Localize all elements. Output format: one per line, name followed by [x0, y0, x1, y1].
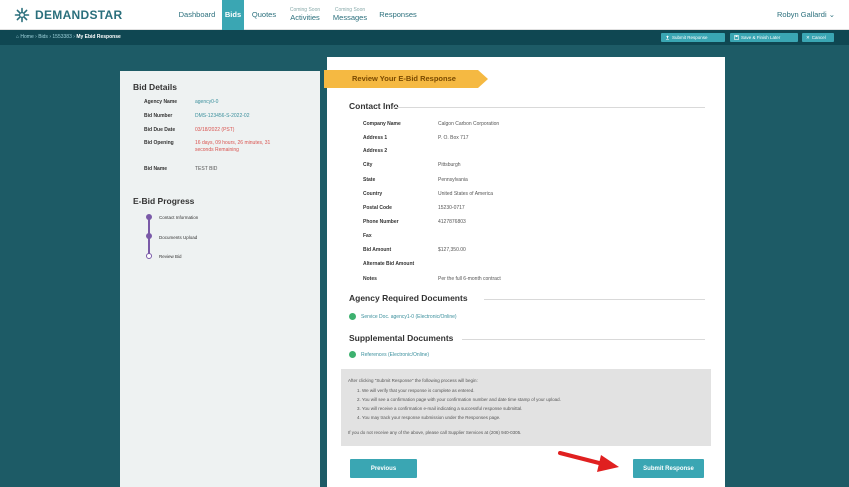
bid-details-title: Bid Details: [133, 82, 177, 92]
section-divider: [462, 339, 705, 340]
breadcrumb-current: My Ebid Response: [76, 34, 121, 40]
ebid-progress-title: E-Bid Progress: [133, 196, 195, 206]
red-arrow-annotation: [558, 451, 619, 472]
progress-step-dot-current: [146, 253, 152, 259]
nav-messages[interactable]: Coming Soon Messages: [328, 0, 372, 30]
info-intro: After clicking "Submit Response" the fol…: [348, 378, 478, 383]
bid-detail-row: Bid Opening 16 days, 09 hours, 26 minute…: [144, 140, 271, 153]
save-finish-later-button[interactable]: Save & Finish Later: [730, 33, 798, 42]
supplemental-docs-title: Supplemental Documents: [349, 333, 454, 343]
nav-bids[interactable]: Bids: [222, 0, 244, 30]
previous-button[interactable]: Previous: [350, 459, 417, 478]
check-circle-icon: [349, 313, 356, 320]
nav-dashboard[interactable]: Dashboard: [174, 0, 220, 30]
info-footer: If you do not receive any of the above, …: [348, 430, 522, 435]
section-divider: [484, 299, 705, 300]
nav-responses[interactable]: Responses: [374, 0, 422, 30]
user-menu[interactable]: Robyn Gallardi ⌄: [777, 10, 835, 19]
agency-docs-title: Agency Required Documents: [349, 293, 468, 303]
info-step: 2. You will see a confirmation page with…: [357, 397, 561, 402]
section-divider: [393, 107, 705, 108]
logo-text: DEMANDSTAR: [35, 8, 123, 22]
info-step: 1. We will verify that your response is …: [357, 388, 475, 393]
bid-detail-row: Bid Number DMS-123456-S-2022-02: [144, 113, 250, 119]
supplemental-document-item[interactable]: References (Electronic/Online): [349, 351, 429, 358]
action-bar: ⌂ Home › Bids › 1553383 › My Ebid Respon…: [0, 30, 849, 45]
contact-info-title: Contact Info: [349, 101, 399, 111]
breadcrumb-bid-id[interactable]: 1553383: [52, 34, 71, 40]
check-circle-icon: [349, 351, 356, 358]
bid-detail-row: Bid Due Date 03/18/2022 (PST): [144, 127, 235, 133]
breadcrumb-bids[interactable]: Bids: [38, 34, 48, 40]
bid-detail-row: Agency Name agency0-0: [144, 99, 219, 105]
demandstar-star-icon: [14, 7, 30, 23]
progress-step-label: Documents Upload: [159, 235, 198, 240]
breadcrumb: ⌂ Home › Bids › 1553383 › My Ebid Respon…: [16, 34, 121, 40]
agency-document-item[interactable]: Service Doc. agency1-0 (Electronic/Onlin…: [349, 313, 457, 320]
save-icon: [734, 35, 739, 40]
nav-activities[interactable]: Coming Soon Activities: [284, 0, 326, 30]
progress-step-label: Review Bid: [159, 254, 182, 259]
info-step: 3. You will receive a confirmation e-mai…: [357, 406, 523, 411]
submit-response-button[interactable]: Submit Response: [633, 459, 704, 478]
breadcrumb-home[interactable]: ⌂ Home: [16, 34, 34, 40]
review-banner-title: Review Your E-Bid Response: [352, 74, 456, 83]
info-step: 4. You may track your response submissio…: [357, 415, 501, 420]
cancel-button[interactable]: ✕ Cancel: [802, 33, 834, 42]
submit-response-top-button[interactable]: Submit Response: [661, 33, 725, 42]
top-navigation: DEMANDSTAR Dashboard Bids Quotes Coming …: [0, 0, 849, 30]
progress-step-dot-complete: [146, 214, 152, 220]
logo[interactable]: DEMANDSTAR: [14, 7, 122, 23]
upload-icon: [666, 35, 669, 40]
close-icon: ✕: [806, 34, 810, 40]
progress-step-label: Contact Information: [159, 215, 199, 220]
progress-step-dot-complete: [146, 233, 152, 239]
bid-detail-row: Bid Name TEST BID: [144, 166, 218, 172]
nav-quotes[interactable]: Quotes: [246, 0, 282, 30]
